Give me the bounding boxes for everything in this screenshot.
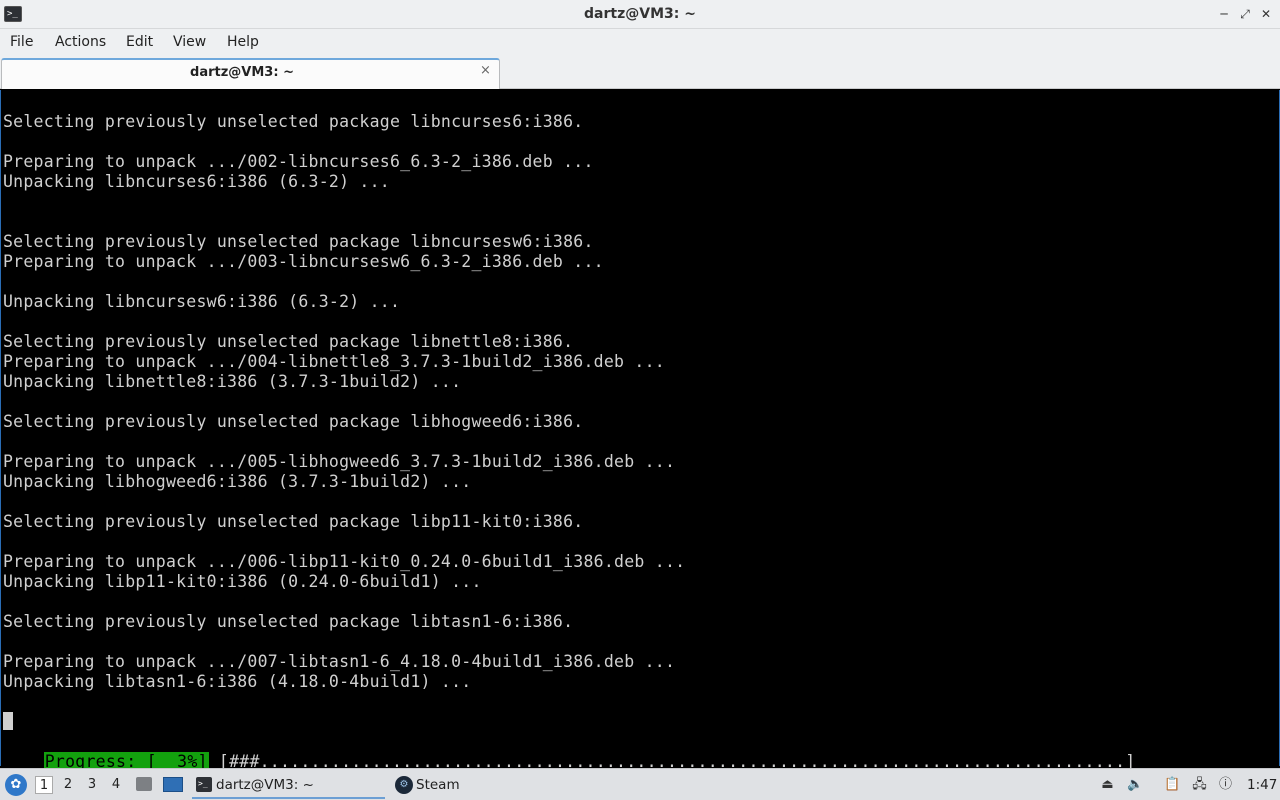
menu-help[interactable]: Help [227,34,259,50]
notification-icon[interactable]: ⓘ [1217,776,1234,793]
terminal-line: Unpacking libnettle8:i386 (3.7.3-1build2… [3,372,462,391]
tab-bar: dartz@VM3: ~ × [0,57,1280,89]
menu-file[interactable]: File [10,34,33,50]
window-titlebar: >_ dartz@VM3: ~ ─ ⤢ ✕ [0,0,1280,29]
menu-view[interactable]: View [173,34,206,50]
progress-row: Progress: [ 3%] [###....................… [3,732,1135,771]
terminal-line: Preparing to unpack .../006-libp11-kit0_… [3,552,686,571]
removable-media-icon[interactable]: ⏏ [1099,776,1116,793]
tab-close-icon[interactable]: × [480,63,491,78]
terminal-line: Unpacking libp11-kit0:i386 (0.24.0-6buil… [3,572,482,591]
file-manager-icon[interactable] [136,777,152,791]
terminal-cursor [3,712,13,730]
clock[interactable]: 1:47 [1247,777,1277,793]
task-label: dartz@VM3: ~ [216,777,314,793]
menu-actions[interactable]: Actions [55,34,106,50]
task-terminal[interactable]: >_ dartz@VM3: ~ [192,772,385,799]
terminal-line: Unpacking libhogweed6:i386 (3.7.3-1build… [3,472,472,491]
task-steam[interactable]: ⚙ Steam [392,772,492,799]
menu-edit[interactable]: Edit [126,34,153,50]
workspace-1[interactable]: 1 [35,776,53,794]
workspace-4[interactable]: 4 [107,776,125,794]
show-desktop-icon[interactable] [163,777,183,792]
window-title: dartz@VM3: ~ [584,6,696,22]
start-menu-icon[interactable]: ✿ [5,774,27,796]
terminal-tab[interactable]: dartz@VM3: ~ × [1,58,500,89]
taskbar: ✿ 1 2 3 4 >_ dartz@VM3: ~ ⚙ Steam ⏏ 🔈 📋 … [0,768,1280,800]
terminal-output[interactable]: Selecting previously unselected package … [0,90,1280,771]
clipboard-icon[interactable]: 📋 [1164,776,1181,793]
terminal-line: Preparing to unpack .../003-libncursesw6… [3,252,604,271]
menu-bar: File Actions Edit View Help [0,29,1280,57]
task-label: Steam [416,777,460,793]
terminal-line: Preparing to unpack .../007-libtasn1-6_4… [3,652,676,671]
network-icon[interactable]: 🖧 [1191,776,1208,793]
close-icon[interactable]: ✕ [1258,6,1274,22]
terminal-line: Selecting previously unselected package … [3,412,584,431]
terminal-icon: >_ [196,777,212,792]
terminal-line: Unpacking libncursesw6:i386 (6.3-2) ... [3,292,401,311]
steam-icon: ⚙ [395,776,413,794]
tab-label: dartz@VM3: ~ [190,65,294,80]
workspace-2[interactable]: 2 [59,776,77,794]
terminal-line: Preparing to unpack .../005-libhogweed6_… [3,452,676,471]
minimize-icon[interactable]: ─ [1216,6,1232,22]
volume-icon[interactable]: 🔈 [1127,776,1144,793]
terminal-line: Selecting previously unselected package … [3,112,584,131]
terminal-line: Preparing to unpack .../002-libncurses6_… [3,152,594,171]
workspace-3[interactable]: 3 [83,776,101,794]
terminal-line: Selecting previously unselected package … [3,512,584,531]
terminal-line: Preparing to unpack .../004-libnettle8_3… [3,352,665,371]
terminal-line: Selecting previously unselected package … [3,332,574,351]
terminal-line: Selecting previously unselected package … [3,232,594,251]
maximize-icon[interactable]: ⤢ [1237,6,1253,22]
terminal-line: Unpacking libtasn1-6:i386 (4.18.0-4build… [3,672,472,691]
terminal-line: Unpacking libncurses6:i386 (6.3-2) ... [3,172,390,191]
terminal-line: Selecting previously unselected package … [3,612,574,631]
